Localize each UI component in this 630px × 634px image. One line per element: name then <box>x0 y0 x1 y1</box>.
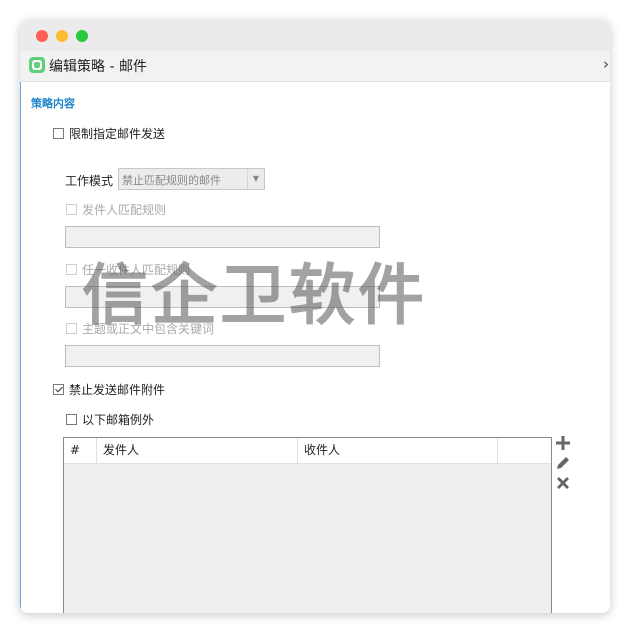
recipient-rule-checkbox[interactable] <box>66 264 77 275</box>
column-header-blank[interactable] <box>498 438 551 463</box>
block-attachment-checkbox[interactable] <box>53 384 64 395</box>
restrict-send-label: 限制指定邮件发送 <box>69 127 166 141</box>
column-header-sender[interactable]: 发件人 <box>97 438 298 463</box>
exception-label: 以下邮箱例外 <box>82 413 155 427</box>
sender-rule-option[interactable]: 发件人匹配规则 <box>66 201 166 218</box>
work-mode-row: 工作模式 <box>65 172 113 189</box>
x-icon[interactable] <box>555 476 571 492</box>
block-attachment-label: 禁止发送邮件附件 <box>69 383 166 397</box>
section-title: 策略内容 <box>31 97 75 110</box>
pencil-icon[interactable] <box>555 456 571 472</box>
dialog-header: 编辑策略 - 邮件 › <box>20 51 610 82</box>
chevron-down-icon[interactable]: ▼ <box>247 169 264 189</box>
work-mode-select[interactable]: 禁止匹配规则的邮件 ▼ <box>118 168 265 190</box>
maximize-window-button[interactable] <box>76 30 88 42</box>
work-mode-value: 禁止匹配规则的邮件 <box>122 174 221 187</box>
exception-table[interactable]: # 发件人 收件人 <box>63 437 552 613</box>
keyword-rule-input[interactable] <box>65 345 380 367</box>
sender-rule-label: 发件人匹配规则 <box>82 203 167 217</box>
restrict-send-option[interactable]: 限制指定邮件发送 <box>53 125 165 142</box>
dialog-title: 编辑策略 - 邮件 <box>49 59 147 75</box>
sender-rule-checkbox[interactable] <box>66 204 77 215</box>
column-header-recipient[interactable]: 收件人 <box>298 438 498 463</box>
plus-icon[interactable] <box>555 436 571 452</box>
minimize-window-button[interactable] <box>56 30 68 42</box>
block-attachment-option[interactable]: 禁止发送邮件附件 <box>53 381 165 398</box>
exception-option[interactable]: 以下邮箱例外 <box>66 411 154 428</box>
keyword-rule-checkbox[interactable] <box>66 323 77 334</box>
policy-content: 策略内容 限制指定邮件发送 工作模式 禁止匹配规则的邮件 ▼ 发件人匹配规则 任… <box>20 82 610 613</box>
close-window-button[interactable] <box>36 30 48 42</box>
exception-checkbox[interactable] <box>66 414 77 425</box>
chevron-right-icon[interactable]: › <box>603 55 609 73</box>
app-icon <box>29 57 45 73</box>
column-header-index[interactable]: # <box>64 438 97 463</box>
window-titlebar <box>20 20 610 51</box>
restrict-send-checkbox[interactable] <box>53 128 64 139</box>
table-header: # 发件人 收件人 <box>64 438 551 464</box>
work-mode-label: 工作模式 <box>65 174 114 188</box>
watermark-text: 信企卫软件 <box>82 257 427 334</box>
